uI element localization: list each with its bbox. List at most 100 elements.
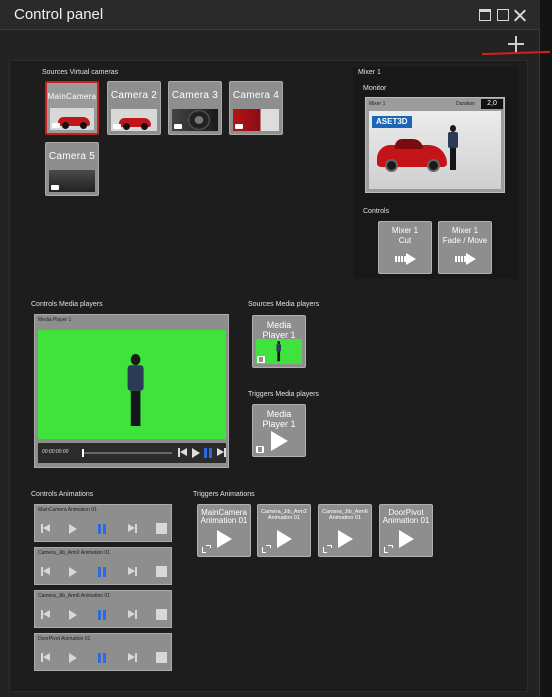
pause-icon[interactable] (98, 610, 106, 620)
animation-control-row: Camera_Jib_Arm2 Animation 01 (34, 547, 172, 585)
control-panel-window: Control panel Sources Virtual cameras Ma… (0, 0, 551, 697)
button-line2: Fade / Move (442, 236, 488, 245)
pause-icon[interactable] (98, 567, 106, 577)
play-icon[interactable] (192, 448, 200, 458)
animation-control-row: MainCamera Animation 01 (34, 504, 172, 542)
play-icon (271, 431, 288, 451)
duration-label: Duration (456, 101, 475, 107)
media-player-video (38, 330, 226, 439)
animation-icon (202, 545, 211, 553)
stop-icon[interactable] (156, 652, 167, 663)
monitor-label: Monitor (363, 85, 387, 92)
skip-back-icon[interactable] (41, 653, 50, 662)
camera-icon (235, 124, 243, 129)
animation-control-row: Camera_Jib_Arm6 Animation 01 (34, 590, 172, 628)
camera-thumbnail (172, 109, 218, 131)
tile-line2: Player 1 (262, 419, 296, 429)
skip-forward-icon[interactable] (128, 524, 137, 533)
skip-back-icon[interactable] (178, 448, 187, 457)
camera-icon (174, 124, 182, 129)
film-icon (257, 356, 265, 363)
play-icon (338, 530, 353, 548)
animation-name: MainCamera Animation 01 (38, 507, 97, 513)
monitor-mixer-name: Mixer 1 (369, 101, 386, 107)
camera-icon (113, 124, 121, 129)
pause-icon[interactable] (204, 448, 212, 458)
camera-thumbnail (111, 109, 157, 131)
mixer-fade-move-button[interactable]: Mixer 1 Fade / Move (438, 221, 492, 274)
media-player-frame: Media Player 1 00:00:00:00 (34, 314, 229, 468)
source-media-player-1[interactable]: Media Player 1 (252, 315, 306, 368)
triggers-media-players-label: Triggers Media players (248, 391, 319, 398)
mixer-cut-button[interactable]: Mixer 1 Cut (378, 221, 432, 274)
skip-forward-icon[interactable] (128, 653, 137, 662)
camera-icon (52, 123, 60, 128)
close-icon[interactable] (514, 9, 526, 21)
seek-slider[interactable] (82, 449, 172, 457)
camera-tile-label: Camera 2 (110, 90, 158, 101)
camera-tile-camera-3[interactable]: Camera 3 (168, 81, 222, 135)
animation-icon (323, 545, 332, 553)
pause-icon[interactable] (98, 524, 106, 534)
arrow-right-icon (395, 253, 417, 265)
pause-icon[interactable] (98, 653, 106, 663)
window-title: Control panel (14, 6, 104, 23)
stop-icon[interactable] (156, 609, 167, 620)
camera-icon (51, 185, 59, 190)
stop-icon[interactable] (156, 523, 167, 534)
maximize-icon[interactable] (497, 9, 509, 21)
controls-media-players-label: Controls Media players (31, 301, 103, 308)
animation-icon (262, 545, 271, 553)
camera-tile-label: Camera 3 (171, 90, 219, 101)
button-line1: Mixer 1 (451, 226, 479, 235)
animation-name: Camera_Jib_Arm2 Animation 01 (38, 550, 110, 556)
title-bar[interactable]: Control panel (0, 0, 540, 30)
play-icon[interactable] (69, 610, 77, 620)
tile-line1: Media (266, 320, 292, 330)
minimize-icon[interactable] (479, 9, 491, 21)
trigger-animation-camera-jib-arm6[interactable]: Camera_Jib_Arm6 Animation 01 (318, 504, 372, 557)
trigger-animation-maincamera[interactable]: MainCamera Animation 01 (197, 504, 251, 557)
camera-tile-camera-5[interactable]: Camera 5 (45, 142, 99, 196)
skip-back-icon[interactable] (41, 567, 50, 576)
trigger-animation-camera-jib-arm2[interactable]: Camera_Jib_Arm2 Animation 01 (257, 504, 311, 557)
media-transport-bar: 00:00:00:00 (38, 443, 226, 463)
camera-tile-camera-2[interactable]: Camera 2 (107, 81, 161, 135)
triggers-animations-label: Triggers Animations (193, 491, 255, 498)
tile-line2: Animation 01 (267, 515, 301, 521)
camera-thumbnail (49, 170, 95, 192)
controls-animations-label: Controls Animations (31, 491, 94, 498)
add-icon[interactable] (508, 36, 524, 52)
button-line1: Mixer 1 (391, 226, 419, 235)
camera-tile-label: Camera 5 (48, 151, 96, 162)
controls-label: Controls (363, 208, 390, 215)
skip-forward-icon[interactable] (128, 567, 137, 576)
duration-input[interactable]: 2,0 (481, 99, 503, 109)
skip-forward-icon[interactable] (217, 448, 226, 457)
animation-name: Camera_Jib_Arm6 Animation 01 (38, 593, 110, 599)
play-icon (399, 530, 414, 548)
trigger-media-player-1[interactable]: Media Player 1 (252, 404, 306, 457)
skip-back-icon[interactable] (41, 610, 50, 619)
camera-tile-camera-4[interactable]: Camera 4 (229, 81, 283, 135)
stop-icon[interactable] (156, 566, 167, 577)
camera-tile-maincamera[interactable]: MainCamera (45, 81, 99, 135)
trigger-animation-doorpivot[interactable]: DoorPivot Animation 01 (379, 504, 433, 557)
tile-line2: Animation 01 (328, 515, 362, 521)
play-icon[interactable] (69, 567, 77, 577)
timecode: 00:00:00:00 (42, 449, 69, 455)
media-player-name: Media Player 1 (38, 317, 72, 323)
control-panel-content: Sources Virtual cameras MainCamera Camer… (9, 60, 528, 692)
sources-media-players-label: Sources Media players (248, 301, 320, 308)
button-line2: Cut (398, 236, 412, 245)
skip-forward-icon[interactable] (128, 610, 137, 619)
arrow-right-icon (455, 253, 477, 265)
presenter-image (447, 125, 459, 173)
camera-tile-label: MainCamera (47, 92, 97, 101)
tile-line1: Media (266, 409, 292, 419)
skip-back-icon[interactable] (41, 524, 52, 535)
tile-line2: Animation 01 (382, 516, 430, 525)
play-icon[interactable] (69, 524, 77, 534)
media-thumbnail (256, 339, 302, 364)
play-icon[interactable] (69, 653, 77, 663)
